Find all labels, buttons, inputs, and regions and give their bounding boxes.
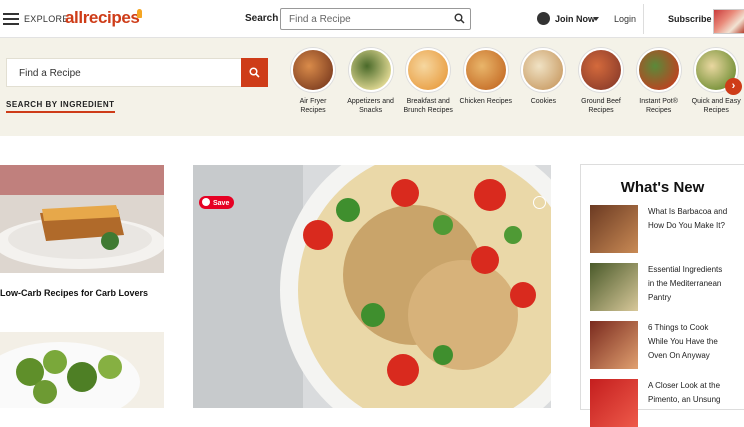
main-content: Low-Carb Recipes for Carb Lovers Save Wh… [0, 136, 744, 427]
whats-new-link[interactable]: 6 Things to Cook While You Have the Oven… [648, 321, 730, 363]
magazine-cover-image[interactable] [713, 9, 744, 34]
user-icon[interactable] [537, 12, 550, 25]
whats-new-link[interactable]: A Closer Look at the Pimento, an Unsung [648, 379, 730, 407]
pinterest-save-button[interactable]: Save [199, 196, 235, 209]
category-label[interactable]: Chicken Recipes [459, 97, 513, 106]
site-header: EXPLORE allrecipes Search Find a Recipe … [0, 0, 744, 38]
subscribe-link[interactable]: Subscribe [668, 14, 712, 24]
find-recipe-search-button[interactable] [241, 58, 268, 87]
card-title[interactable]: Low-Carb Recipes for Carb Lovers [0, 288, 148, 298]
category-label[interactable]: Appetizers and Snacks [344, 97, 398, 115]
card-image[interactable] [0, 332, 164, 408]
logo-spoon-icon [137, 9, 142, 18]
header-search-input[interactable]: Find a Recipe [280, 8, 471, 30]
whats-new-panel: What's New What Is Barbacoa and How Do Y… [580, 164, 744, 427]
category-item[interactable]: Air Fryer Recipes [286, 48, 340, 115]
whats-new-thumbnail[interactable] [590, 321, 638, 369]
category-item[interactable]: Chicken Recipes [459, 48, 513, 106]
category-label[interactable]: Quick and Easy Recipes [689, 97, 743, 115]
find-recipe-input[interactable]: Find a Recipe [6, 58, 243, 87]
allrecipes-logo[interactable]: allrecipes [65, 8, 140, 28]
category-item[interactable]: Instant Pot® Recipes [632, 48, 686, 115]
whats-new-thumbnail[interactable] [590, 379, 638, 427]
save-label: Save [213, 200, 230, 207]
search-label: Search [245, 13, 279, 24]
category-image[interactable] [348, 48, 393, 92]
search-icon [249, 67, 260, 78]
search-band: Find a Recipe SEARCH BY INGREDIENT Air F… [0, 38, 744, 136]
category-label[interactable]: Ground Beef Recipes [574, 97, 628, 115]
login-link[interactable]: Login [614, 14, 636, 24]
whats-new-link[interactable]: Essential Ingredients in the Mediterrane… [648, 263, 730, 305]
whats-new-title: What's New [620, 179, 705, 196]
category-image[interactable] [291, 48, 335, 92]
whats-new-thumbnail[interactable] [590, 205, 638, 253]
header-divider [643, 4, 644, 34]
category-image[interactable] [521, 48, 566, 92]
carousel-next-button[interactable]: › [725, 78, 742, 95]
search-by-ingredient-link[interactable]: SEARCH BY INGREDIENT [6, 100, 115, 113]
pinterest-icon [202, 198, 210, 206]
card-image[interactable] [0, 165, 164, 273]
category-item[interactable]: Appetizers and Snacks [344, 48, 398, 115]
category-image[interactable] [406, 48, 451, 92]
category-image[interactable] [463, 48, 508, 92]
explore-link[interactable]: EXPLORE [24, 14, 69, 24]
category-label[interactable]: Breakfast and Brunch Recipes [401, 97, 455, 115]
category-item[interactable]: Cookies [516, 48, 570, 106]
category-image[interactable] [636, 48, 681, 92]
whats-new-link[interactable]: What Is Barbacoa and How Do You Make It? [648, 205, 730, 233]
chevron-down-icon[interactable] [593, 17, 599, 21]
category-item[interactable]: Breakfast and Brunch Recipes [401, 48, 455, 115]
whats-new-thumbnail[interactable] [590, 263, 638, 311]
menu-icon[interactable] [3, 10, 19, 28]
category-label[interactable]: Air Fryer Recipes [286, 97, 340, 115]
header-search-placeholder: Find a Recipe [289, 14, 351, 25]
category-image[interactable] [579, 48, 623, 92]
find-recipe-placeholder: Find a Recipe [19, 68, 81, 79]
category-label[interactable]: Instant Pot® Recipes [632, 97, 686, 115]
join-now-link[interactable]: Join Now [555, 14, 595, 24]
search-icon[interactable] [454, 13, 465, 24]
expand-icon[interactable] [533, 196, 546, 209]
category-label[interactable]: Cookies [516, 97, 570, 106]
category-item[interactable]: Ground Beef Recipes [574, 48, 628, 115]
hero-image[interactable] [193, 165, 551, 408]
